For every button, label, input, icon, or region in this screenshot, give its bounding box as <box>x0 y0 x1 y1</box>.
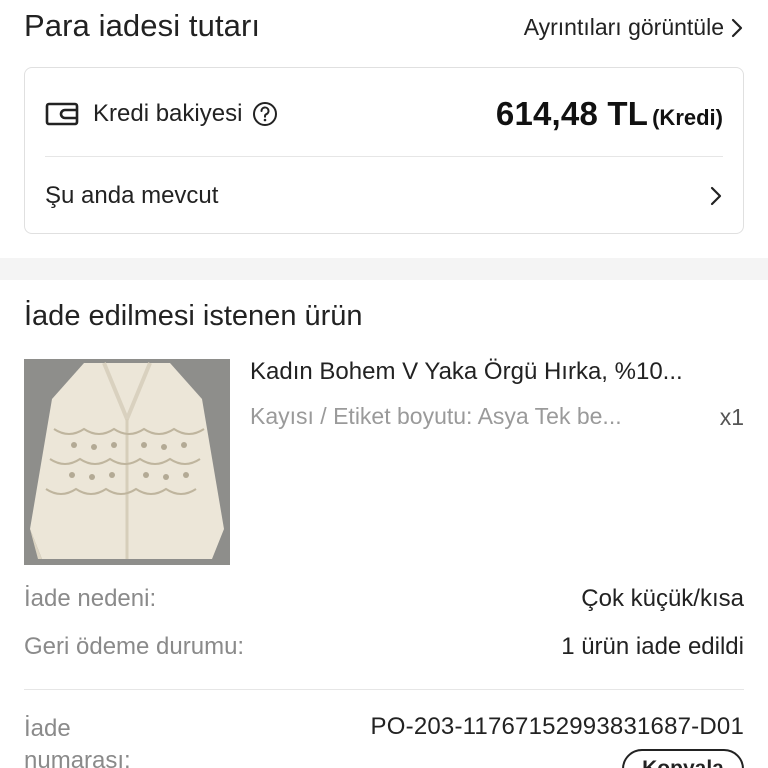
refund-status-row: Geri ödeme durumu: 1 ürün iade edildi <box>24 633 744 661</box>
refund-amount-title: Para iadesi tutarı <box>24 8 261 43</box>
cardigan-illustration <box>24 359 230 565</box>
product-variant: Kayısı / Etiket boyutu: Asya Tek be... <box>250 403 622 429</box>
product-quantity: x1 <box>719 404 744 430</box>
return-reason-value: Çok küçük/kısa <box>581 585 744 612</box>
credit-balance-label: Kredi bakiyesi <box>93 100 243 127</box>
return-product-section: İade edilmesi istenen ürün Kadın Bohem V… <box>0 280 768 768</box>
details-divider <box>24 689 744 690</box>
return-number-value: PO-203-11767152993831687-D01 <box>370 713 744 740</box>
refund-amount-section: Para iadesi tutarı Ayrıntıları görüntüle… <box>0 0 768 258</box>
wallet-icon <box>45 102 79 126</box>
credit-balance-card: Kredi bakiyesi 614,48 TL (Kredi) Şu anda… <box>24 67 744 234</box>
refund-status-value: 1 ürün iade edildi <box>561 633 744 660</box>
chevron-right-icon <box>710 186 722 206</box>
card-divider <box>45 156 723 157</box>
product-image[interactable] <box>24 359 230 565</box>
available-now-row[interactable]: Şu anda mevcut <box>45 174 723 218</box>
return-reason-label: İade nedeni: <box>24 585 157 612</box>
section-separator <box>0 258 768 280</box>
available-now-label: Şu anda mevcut <box>45 182 219 209</box>
credit-amount-value: 614,48 TL <box>495 95 649 132</box>
view-details-link[interactable]: Ayrıntıları görüntüle <box>524 14 744 41</box>
refund-status-label: Geri ödeme durumu: <box>24 633 245 660</box>
chevron-right-icon <box>731 18 743 37</box>
help-icon[interactable] <box>252 101 278 127</box>
return-number-label: İade numarası: <box>24 715 131 768</box>
credit-amount: 614,48 TL (Kredi) <box>496 95 723 133</box>
copy-button[interactable]: Kopyala <box>622 749 744 768</box>
product-name[interactable]: Kadın Bohem V Yaka Örgü Hırka, %10... <box>250 358 744 386</box>
credit-amount-suffix: (Kredi) <box>652 105 723 130</box>
view-details-label: Ayrıntıları görüntüle <box>523 14 724 40</box>
credit-balance-row: Kredi bakiyesi 614,48 TL (Kredi) <box>45 86 723 142</box>
return-product-heading: İade edilmesi istenen ürün <box>24 300 363 332</box>
return-reason-row: İade nedeni: Çok küçük/kısa <box>24 585 744 613</box>
